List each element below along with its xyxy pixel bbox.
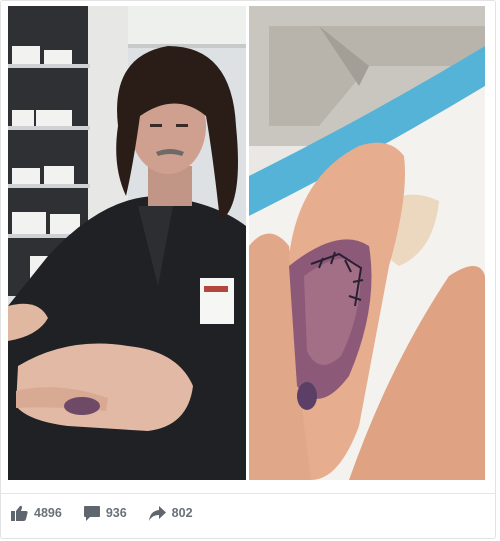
thumbs-up-icon xyxy=(11,505,28,521)
post-photo-right[interactable] xyxy=(249,6,485,480)
comment-button[interactable]: 936 xyxy=(83,505,127,521)
post-stats-bar: 4896 936 802 xyxy=(11,501,193,525)
comment-bubble-icon xyxy=(83,505,100,521)
post-card: 4896 936 802 xyxy=(0,0,496,539)
stitched-finger-closeup-photo xyxy=(249,6,485,480)
share-arrow-icon xyxy=(148,505,166,521)
like-count: 4896 xyxy=(34,506,62,520)
man-with-injured-hand-photo xyxy=(8,6,246,480)
share-button[interactable]: 802 xyxy=(148,505,193,521)
like-button[interactable]: 4896 xyxy=(11,505,62,521)
post-photo-left[interactable] xyxy=(8,6,246,480)
stats-divider xyxy=(1,493,495,494)
comment-count: 936 xyxy=(105,506,127,520)
share-count: 802 xyxy=(171,506,193,520)
